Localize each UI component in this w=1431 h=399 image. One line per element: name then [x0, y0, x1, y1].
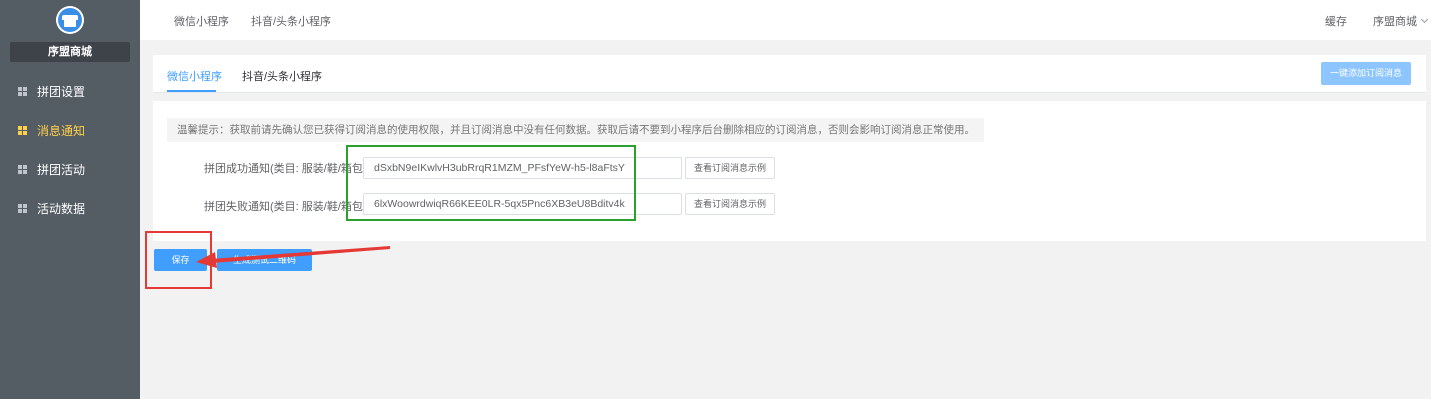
tabs-card: 微信小程序 抖音/头条小程序 一键添加订阅消息	[153, 55, 1426, 93]
sidebar-item-label: 拼团活动	[37, 162, 86, 177]
view-example-button-fail[interactable]: 查看订阅消息示例	[685, 193, 775, 215]
shop-logo	[56, 6, 84, 34]
cache-link[interactable]: 缓存	[1325, 13, 1347, 29]
tab-douyin[interactable]: 抖音/头条小程序	[242, 68, 322, 84]
sidebar-item-activity-data[interactable]: 活动数据	[0, 189, 140, 227]
grid-icon	[18, 86, 27, 96]
grid-icon	[18, 164, 27, 174]
save-button[interactable]: 保存	[154, 249, 207, 271]
success-notice-label: 拼团成功通知(类目: 服装/鞋/箱包）	[204, 163, 374, 175]
tip-alert: 温馨提示：获取前请先确认您已获得订阅消息的使用权限，并且订阅消息中没有任何数据。…	[167, 118, 984, 142]
sidebar-item-group-activity[interactable]: 拼团活动	[0, 150, 140, 188]
sidebar: 序盟商城 拼团设置 消息通知 拼团活动 活动数据	[0, 0, 140, 399]
active-tab-indicator	[167, 90, 216, 92]
top-link-douyin[interactable]: 抖音/头条小程序	[251, 13, 331, 29]
chevron-down-icon	[1420, 15, 1429, 24]
user-menu[interactable]: 序盟商城	[1373, 13, 1429, 29]
add-subscription-button[interactable]: 一键添加订阅消息	[1321, 62, 1411, 85]
grid-icon	[18, 203, 27, 213]
sidebar-item-message-notice[interactable]: 消息通知	[0, 111, 140, 149]
tab-wechat[interactable]: 微信小程序	[167, 68, 222, 84]
top-link-wechat[interactable]: 微信小程序	[174, 13, 229, 29]
sidebar-item-label: 消息通知	[37, 123, 86, 138]
view-example-button-success[interactable]: 查看订阅消息示例	[685, 157, 775, 179]
content-card: 温馨提示：获取前请先确认您已获得订阅消息的使用权限，并且订阅消息中没有任何数据。…	[153, 101, 1426, 241]
sidebar-item-label: 拼团设置	[37, 84, 86, 99]
success-template-id-input[interactable]	[363, 157, 682, 179]
user-menu-label: 序盟商城	[1373, 16, 1417, 28]
generate-qr-button[interactable]: 生成测试二维码	[217, 249, 312, 271]
top-bar: 微信小程序 抖音/头条小程序 缓存 序盟商城	[140, 0, 1431, 40]
fail-template-id-input[interactable]	[363, 193, 682, 215]
fail-notice-label: 拼团失败通知(类目: 服装/鞋/箱包）	[204, 201, 374, 213]
sidebar-item-group-settings[interactable]: 拼团设置	[0, 72, 140, 110]
sidebar-item-label: 活动数据	[37, 201, 86, 216]
shop-name: 序盟商城	[10, 42, 130, 62]
grid-icon	[18, 125, 27, 135]
